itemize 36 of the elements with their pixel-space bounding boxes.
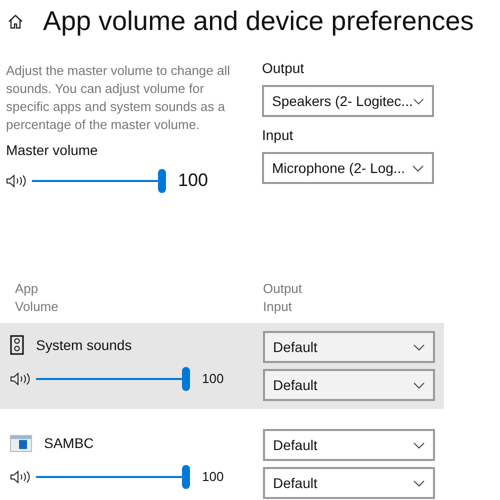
volume-slider[interactable] xyxy=(32,168,166,192)
app-name: SAMBC xyxy=(44,434,94,452)
column-header: App xyxy=(15,280,40,298)
description-text: Adjust the master volume to change all sounds. You can adjust volume for specific apps and system sounds as a percentage of the master volume. xyxy=(6,62,232,134)
column-header: Volume xyxy=(15,298,60,316)
window-icon xyxy=(10,434,32,452)
speaker-icon xyxy=(10,470,32,484)
volume-value: 100 xyxy=(202,370,224,388)
device-dropdown[interactable]: Default xyxy=(263,369,435,401)
device-dropdown[interactable]: Default xyxy=(263,429,435,461)
speaker-icon xyxy=(10,372,32,386)
app-row[interactable]: System sounds 100 Default Default xyxy=(0,323,444,409)
chevron-down-icon xyxy=(413,344,425,350)
app-name: System sounds xyxy=(36,336,132,355)
chevron-down-icon xyxy=(412,164,424,172)
input-label: Input xyxy=(262,126,294,145)
volume-slider[interactable] xyxy=(36,465,190,489)
device-dropdown[interactable]: Speakers (2- Logitec... xyxy=(262,85,434,117)
device-dropdown[interactable]: Default xyxy=(263,331,435,363)
home-icon[interactable] xyxy=(8,14,23,28)
volume-value: 100 xyxy=(178,169,208,192)
column-header: Input xyxy=(263,298,293,316)
output-label: Output xyxy=(262,59,306,78)
chevron-down-icon xyxy=(413,382,425,388)
device-dropdown[interactable]: Microphone (2- Log... xyxy=(262,152,434,184)
column-header: Output xyxy=(263,280,302,298)
volume-value: 100 xyxy=(202,468,224,486)
chevron-down-icon xyxy=(412,98,424,104)
speaker-icon xyxy=(6,174,28,188)
master-volume-label: Master volume xyxy=(6,141,99,160)
speaker-box-icon xyxy=(10,335,24,355)
device-dropdown[interactable]: Default xyxy=(263,467,435,499)
volume-slider[interactable] xyxy=(36,367,190,391)
page-title: App volume and device preferences xyxy=(43,4,474,38)
chevron-down-icon xyxy=(413,480,425,486)
chevron-down-icon xyxy=(413,442,425,448)
